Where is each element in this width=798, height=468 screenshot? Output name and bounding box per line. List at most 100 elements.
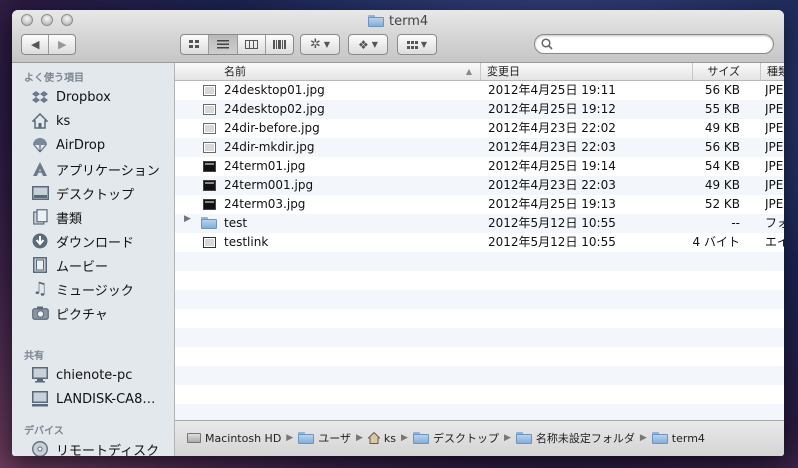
sidebar-item-applications[interactable]: アプリケーション (12, 158, 174, 180)
sidebar-item-remote-disc[interactable]: リモートディスク (12, 438, 174, 456)
file-kind: フォ (765, 216, 784, 230)
chevron-down-icon: ▼ (323, 40, 331, 49)
column-view-button[interactable] (238, 35, 266, 54)
sidebar-item-chienote-pc[interactable]: chienote-pc (12, 364, 174, 386)
file-row[interactable]: 24dir-mkdir.jpg 2012年4月23日 22:03 56 KB JPE (175, 138, 784, 157)
sidebar-item-dropbox[interactable]: Dropbox (12, 86, 174, 108)
path-item-users[interactable]: ユーザ (298, 430, 351, 446)
sidebar-item-movies[interactable]: ムービー (12, 254, 174, 276)
window-title-text: term4 (389, 13, 429, 29)
file-kind: JPE (765, 121, 784, 135)
close-button[interactable] (21, 14, 33, 26)
file-size: 52 KB (704, 197, 740, 211)
terminal-image-icon (203, 161, 216, 172)
sidebar-item-documents[interactable]: 書類 (12, 206, 174, 228)
forward-arrow-icon: ▶ (58, 38, 67, 51)
sidebar-item-downloads[interactable]: ダウンロード (12, 230, 174, 252)
file-size: 49 KB (704, 178, 740, 192)
list-view-button[interactable] (209, 35, 238, 54)
list-header: 名前 ▲ 変更日 サイズ 種類 (175, 63, 784, 81)
path-item-desktop[interactable]: デスクトップ (412, 430, 499, 446)
path-item-ks[interactable]: ks (367, 431, 397, 445)
path-item-label: ks (383, 431, 397, 445)
file-row[interactable]: 24dir-before.jpg 2012年4月23日 22:02 49 KB JPE (175, 119, 784, 138)
sidebar-item-desktop[interactable]: デスクトップ (12, 182, 174, 204)
camera-icon (31, 304, 49, 322)
file-row[interactable]: 24term03.jpg 2012年4月25日 19:13 52 KB JPE (175, 195, 784, 214)
path-item-term4[interactable]: term4 (651, 432, 705, 445)
empty-row (175, 404, 784, 420)
back-forward-control: ◀ ▶ (21, 34, 76, 55)
column-header-name[interactable]: 名前 ▲ (175, 63, 480, 80)
sidebar-item-label: ミュージック (56, 283, 134, 299)
folder-icon (201, 217, 217, 229)
back-button[interactable]: ◀ (22, 35, 50, 54)
folder-row[interactable]: ▶ test 2012年5月12日 10:55 -- フォ (175, 214, 784, 233)
alias-file-icon (203, 237, 216, 248)
column-header-date[interactable]: 変更日 (480, 63, 692, 80)
file-date: 2012年5月12日 10:55 (488, 216, 616, 230)
file-row[interactable]: 24term001.jpg 2012年4月23日 22:03 49 KB JPE (175, 176, 784, 195)
dropbox-icon: ❖ (358, 37, 369, 52)
dropbox-menu-button[interactable]: ❖ ▼ (348, 34, 388, 55)
forward-button[interactable]: ▶ (49, 35, 75, 54)
list-view-icon (216, 40, 229, 49)
file-size: 55 KB (704, 102, 740, 116)
action-menu-button[interactable]: ✲ ▼ (300, 34, 340, 55)
icon-view-button[interactable] (181, 35, 210, 54)
arrange-menu-button[interactable]: ▼ (397, 34, 437, 55)
search-field[interactable] (534, 34, 774, 54)
sidebar-item-music[interactable]: ♫ ミュージック (12, 278, 174, 300)
sidebar-item-pictures[interactable]: ピクチャ (12, 302, 174, 324)
file-kind: JPE (765, 83, 784, 97)
documents-icon (31, 208, 49, 226)
folder-icon (651, 432, 668, 444)
finder-window: term4 ◀ ▶ ✲ ▼ ❖ ▼ ▼ よく使う項目 Dropbox ks Ai… (12, 10, 784, 456)
column-header-kind[interactable]: 種類 (760, 63, 784, 80)
sidebar-item-label: ムービー (56, 259, 109, 275)
folder-icon (298, 432, 315, 444)
file-list: 名前 ▲ 変更日 サイズ 種類 24desktop01.jpg 2012年4月25… (175, 63, 784, 420)
path-separator-icon: ▶ (503, 433, 511, 443)
arrange-icon (406, 40, 418, 49)
search-input[interactable] (555, 36, 769, 54)
column-view-icon (244, 40, 258, 49)
path-item-label: 名称未設定フォルダ (535, 432, 635, 445)
file-date: 2012年5月12日 10:55 (488, 235, 616, 249)
file-kind: JPE (765, 140, 784, 154)
sidebar-item-airdrop[interactable]: AirDrop (12, 134, 174, 156)
image-file-icon (203, 104, 216, 115)
search-icon (541, 38, 553, 50)
file-date: 2012年4月25日 19:11 (488, 83, 616, 97)
sidebar-item-home[interactable]: ks (12, 110, 174, 132)
file-kind: JPE (765, 102, 784, 116)
file-name: 24desktop02.jpg (224, 102, 325, 116)
file-row[interactable]: 24desktop01.jpg 2012年4月25日 19:11 56 KB JPE (175, 81, 784, 100)
path-item-macintosh-hd[interactable]: Macintosh HD (187, 432, 281, 445)
home-icon (367, 432, 380, 444)
file-size: 4 バイト (692, 235, 740, 249)
file-row[interactable]: 24term01.jpg 2012年4月25日 19:14 54 KB JPE (175, 157, 784, 176)
back-arrow-icon: ◀ (31, 38, 40, 51)
path-separator-icon: ▶ (639, 433, 647, 443)
file-name: testlink (224, 235, 269, 249)
disclosure-triangle-icon[interactable]: ▶ (184, 214, 191, 224)
zoom-button[interactable] (61, 14, 73, 26)
path-separator-icon: ▶ (356, 433, 363, 443)
sidebar-item-landisk[interactable]: LANDISK-CA8… (12, 388, 174, 410)
file-row[interactable]: 24desktop02.jpg 2012年4月25日 19:12 55 KB JPE (175, 100, 784, 119)
empty-row (175, 328, 784, 347)
minimize-button[interactable] (41, 14, 53, 26)
image-file-icon (203, 85, 216, 96)
file-row[interactable]: testlink 2012年5月12日 10:55 4 バイト エイ (175, 233, 784, 252)
sidebar-item-label: リモートディスク (56, 443, 160, 457)
column-header-label: サイズ (707, 65, 740, 78)
path-item-untitled-folder[interactable]: 名称未設定フォルダ (515, 430, 635, 446)
path-bar: Macintosh HD ▶ ユーザ ▶ ks ▶ デスクトップ ▶ 名称未設定… (175, 420, 784, 456)
home-icon (31, 112, 49, 130)
coverflow-view-button[interactable] (266, 35, 293, 54)
terminal-image-icon (203, 199, 216, 210)
column-header-size[interactable]: サイズ (692, 63, 760, 80)
file-date: 2012年4月25日 19:12 (488, 102, 616, 116)
file-name: 24term03.jpg (224, 197, 306, 211)
